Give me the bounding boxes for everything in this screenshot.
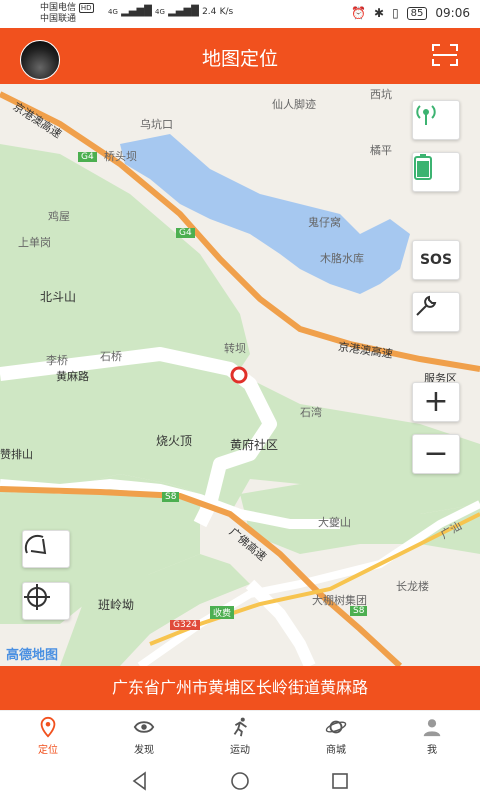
signal-icon: ▂▄▆█: [121, 6, 152, 17]
toll-badge: 收费: [210, 606, 235, 619]
clock: 09:06: [435, 6, 470, 20]
road-badge: G324: [170, 620, 201, 630]
map-label: 鬼仔窝: [308, 216, 341, 229]
locate-me-button[interactable]: [22, 582, 70, 620]
settings-button[interactable]: [412, 292, 460, 332]
bottom-tab-bar: 定位 发现 运动 商城 我: [0, 710, 480, 763]
map-label: 赞排山: [0, 448, 33, 461]
tab-shop[interactable]: 商城: [288, 711, 384, 763]
signal-button[interactable]: [412, 100, 460, 140]
sos-button[interactable]: SOS: [412, 240, 460, 280]
battery-level: 85: [406, 6, 428, 20]
hd-badge: HD: [78, 3, 94, 13]
recents-icon[interactable]: [330, 771, 350, 791]
map-label: 橘平: [370, 144, 392, 157]
tab-sport[interactable]: 运动: [192, 711, 288, 763]
user-icon: [423, 719, 441, 737]
map-label: 烧火顶: [156, 434, 193, 448]
map-label: 西坑: [370, 88, 392, 101]
map-label: 鸡屋: [48, 210, 70, 223]
tab-label: 定位: [38, 745, 58, 756]
battery-button[interactable]: [412, 152, 460, 192]
road-badge: S8: [162, 492, 180, 502]
speed-unit: K/s: [219, 7, 234, 17]
tab-discover[interactable]: 发现: [96, 711, 192, 763]
map-label: 石桥: [100, 350, 122, 363]
scan-icon[interactable]: [432, 44, 458, 66]
tab-location[interactable]: 定位: [0, 711, 96, 763]
tab-me[interactable]: 我: [384, 711, 480, 763]
map-label: 转坝: [224, 342, 246, 355]
location-icon: [40, 716, 56, 738]
map-label: 黄府社区: [230, 438, 279, 452]
tab-label: 我: [427, 745, 437, 756]
tab-label: 发现: [134, 745, 154, 756]
net2: 4G: [155, 8, 165, 16]
speed: 2.4: [202, 7, 217, 17]
map-provider-logo: 高德地图: [6, 648, 59, 663]
status-bar: 中国电信 HD 中国联通 4G ▂▄▆█ 4G ▂▄▆█ 2.4 K/s ⏰ ✱…: [0, 0, 480, 28]
crosshair-icon: [24, 584, 50, 610]
map-label: 仙人脚迹: [272, 98, 316, 111]
location-marker: [230, 366, 248, 384]
net1: 4G: [108, 8, 118, 16]
map-label: 长龙楼: [396, 580, 429, 593]
home-icon[interactable]: [230, 771, 250, 791]
map-mode-button[interactable]: [22, 530, 70, 568]
map-label: 桥头坝: [104, 150, 137, 163]
map-label: 大棚树集团: [312, 594, 367, 607]
address-banner: 广东省广州市黄埔区长岭街道黄麻路: [0, 666, 480, 710]
vibrate-icon: ▯: [392, 6, 399, 20]
map-label: 上单岗: [18, 236, 51, 249]
system-nav-bar: [0, 762, 480, 800]
map-label: 李桥: [46, 354, 68, 367]
planet-icon: [325, 720, 347, 734]
signal2-icon: ▂▄▆█: [168, 6, 199, 17]
map-label: 石湾: [300, 406, 322, 419]
alarm-icon: ⏰: [351, 6, 366, 20]
map-label: 大夔山: [318, 516, 351, 529]
map-label: 木胳水库: [320, 252, 364, 265]
battery-icon: [414, 154, 432, 180]
map-label: 北斗山: [40, 290, 77, 304]
map-view[interactable]: 西坑 仙人脚迹 乌坑口 桥头坝 橘平 鸡屋 上单岗 鬼仔窝 木胳水库 北斗山 G…: [0, 84, 480, 666]
satellite-icon: [24, 534, 47, 555]
eye-icon: [133, 721, 155, 733]
map-label: 乌坑口: [140, 118, 173, 131]
bluetooth-icon: ✱: [374, 6, 385, 20]
app-bar: 地图定位: [0, 28, 480, 84]
antenna-icon: [416, 105, 436, 125]
page-title: 地图定位: [201, 48, 278, 70]
wrench-icon: [416, 295, 437, 316]
tab-label: 运动: [230, 745, 250, 756]
zoom-out-button[interactable]: −: [412, 434, 460, 474]
road-badge: G4: [176, 228, 195, 238]
zoom-in-button[interactable]: +: [412, 382, 460, 422]
runner-icon: [233, 717, 247, 737]
back-icon[interactable]: [130, 771, 150, 791]
road-badge: G4: [78, 152, 97, 162]
tab-label: 商城: [326, 745, 346, 756]
carrier1: 中国电信: [40, 3, 77, 13]
carrier2: 中国联通: [40, 14, 77, 24]
map-label: 黄麻路: [56, 370, 89, 383]
map-label: 班岭坳: [98, 598, 135, 612]
